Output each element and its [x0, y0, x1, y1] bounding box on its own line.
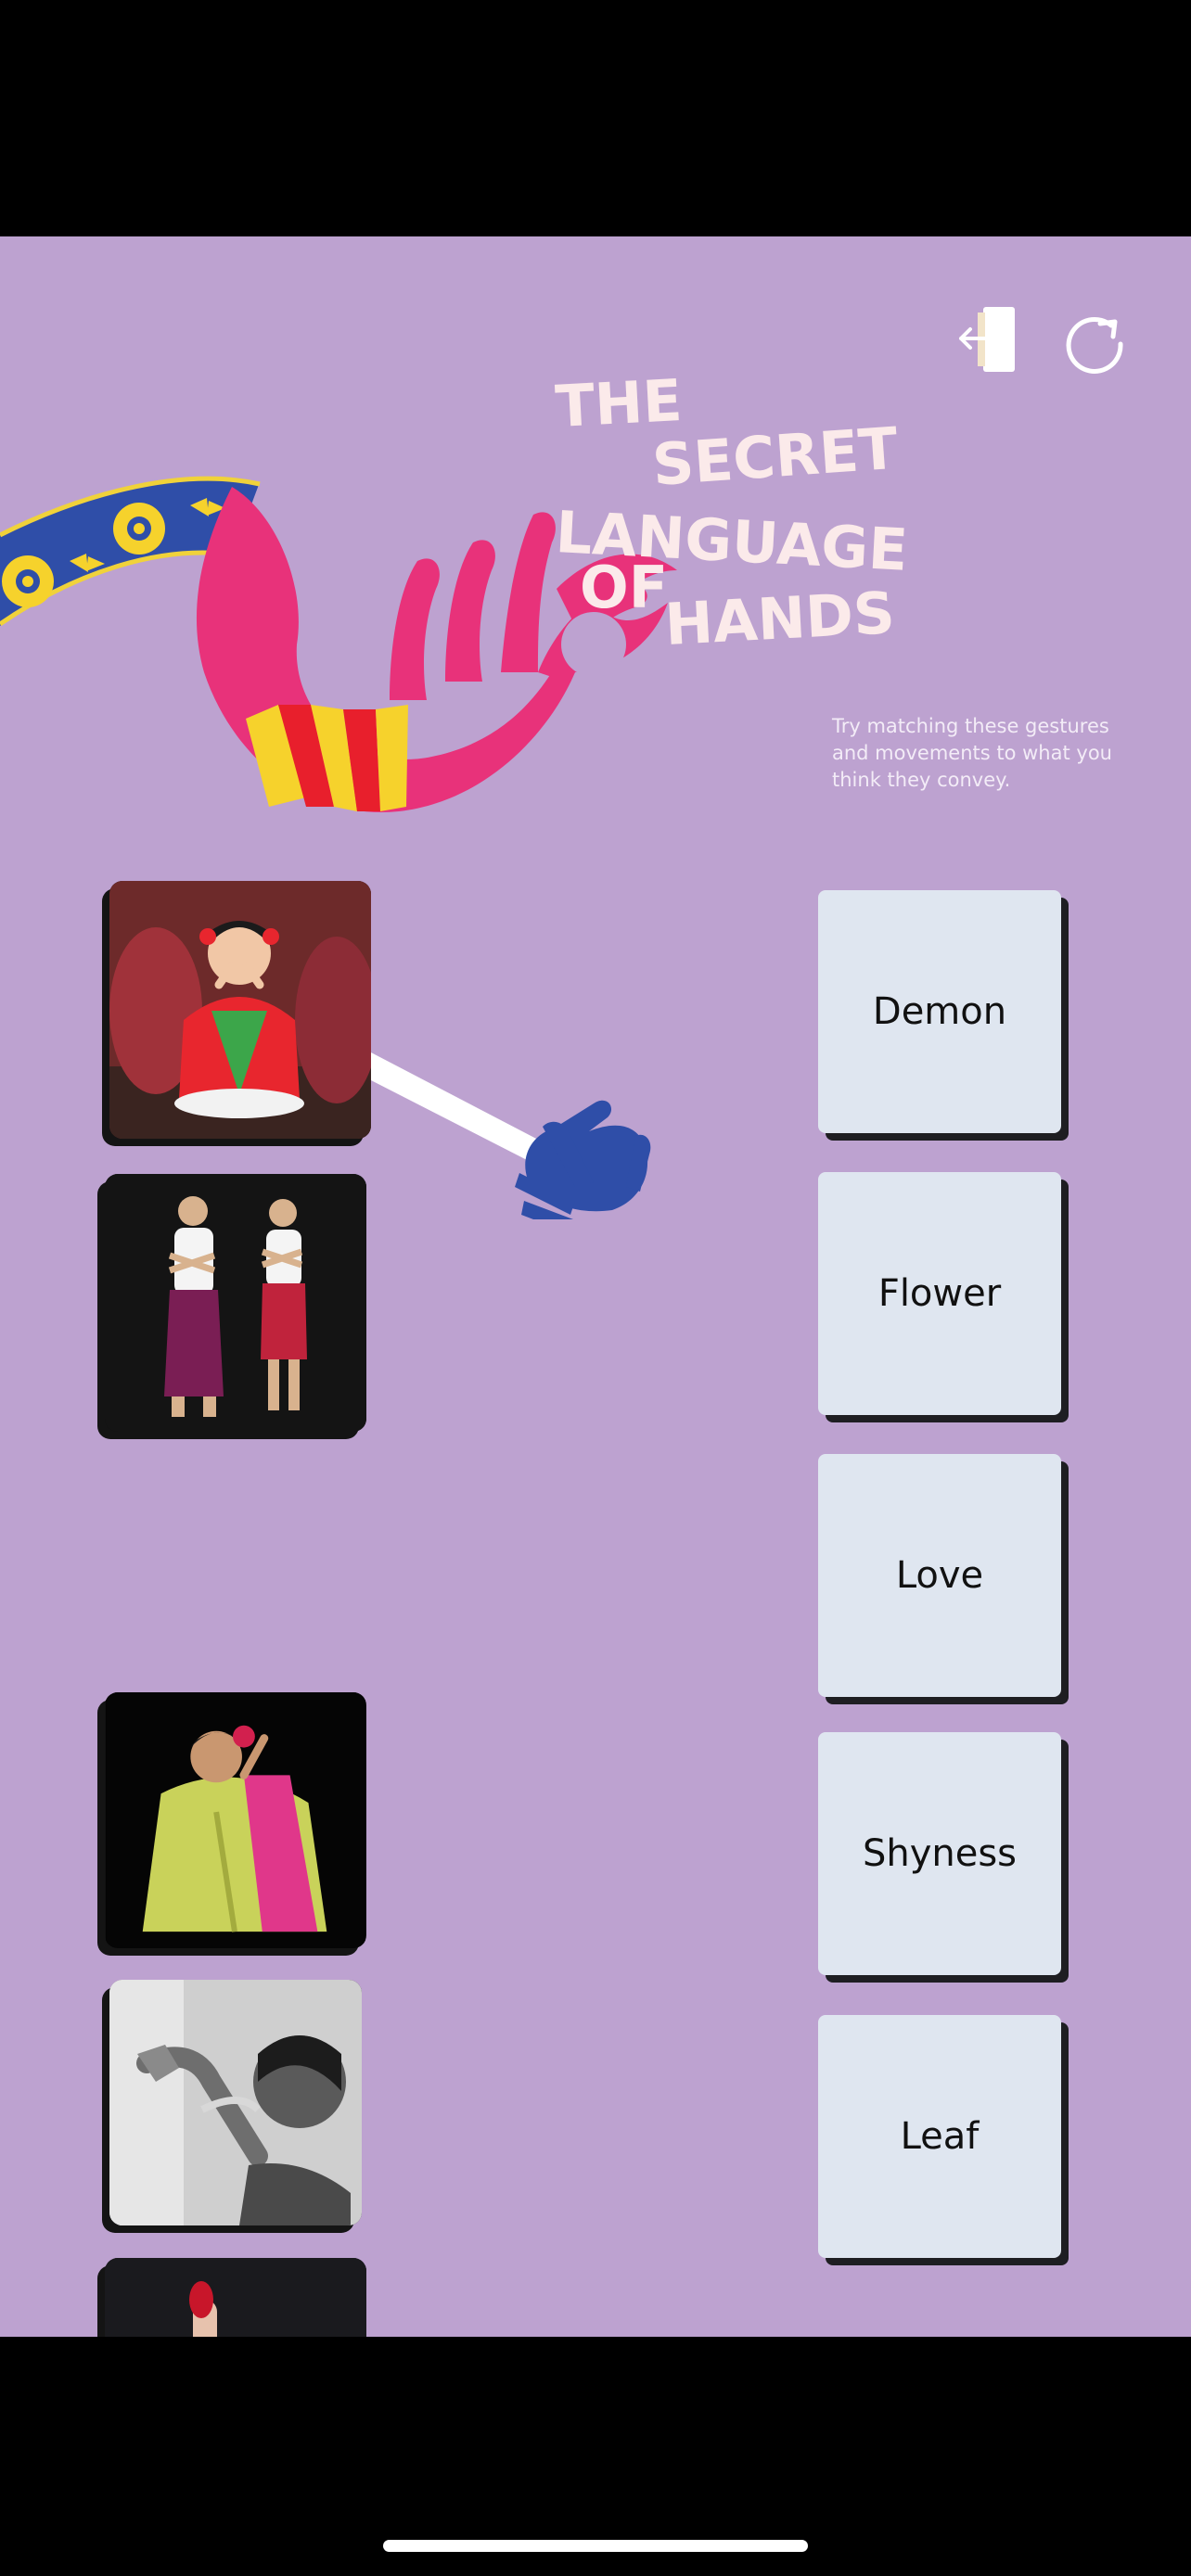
- answer-label: Leaf: [900, 2115, 980, 2158]
- restart-button[interactable]: [1057, 303, 1132, 377]
- title-word-of: OF: [580, 554, 668, 621]
- two-dancers-crossed-arms-photo: [105, 1174, 366, 1432]
- answer-label: Demon: [872, 990, 1007, 1033]
- dancer-with-pink-scarf-photo: [106, 1692, 365, 1948]
- photo-card-4[interactable]: [109, 1980, 362, 2225]
- photo-card-3[interactable]: [105, 1692, 366, 1948]
- exit-door-icon: [959, 307, 1015, 372]
- photo-card-5[interactable]: [105, 2258, 366, 2337]
- child-framing-face-photo: [109, 881, 371, 1139]
- finger-gesture-red-nails-photo: [105, 2258, 366, 2337]
- exit-button[interactable]: [957, 301, 1031, 376]
- photo-card-2[interactable]: [105, 1174, 366, 1432]
- instructions-text: Try matching these gestures and movement…: [832, 715, 1112, 791]
- answer-label: Flower: [877, 1272, 1002, 1315]
- answer-label: Love: [895, 1554, 984, 1597]
- answer-card-leaf[interactable]: Leaf: [818, 2015, 1061, 2258]
- answer-card-shyness[interactable]: Shyness: [818, 1732, 1061, 1975]
- answer-card-demon[interactable]: Demon: [818, 890, 1061, 1133]
- title-word-the: THE: [554, 366, 684, 440]
- title-word-hands: HANDS: [663, 579, 896, 658]
- answer-label: Shyness: [862, 1832, 1018, 1875]
- restart-icon: [1066, 317, 1123, 374]
- game-board: THE SECRET LANGUAGE OF HANDS Try matchin…: [0, 236, 1191, 2337]
- dancer-flexed-wrist-bw-photo: [109, 1980, 362, 2225]
- photo-card-1[interactable]: [109, 881, 371, 1139]
- home-indicator[interactable]: [383, 2540, 808, 2552]
- answer-card-love[interactable]: Love: [818, 1454, 1061, 1697]
- pointing-hand-icon: [515, 1100, 651, 1219]
- title-word-secret: SECRET: [650, 414, 900, 499]
- drag-hint: [371, 1052, 651, 1219]
- answer-card-flower[interactable]: Flower: [818, 1172, 1061, 1415]
